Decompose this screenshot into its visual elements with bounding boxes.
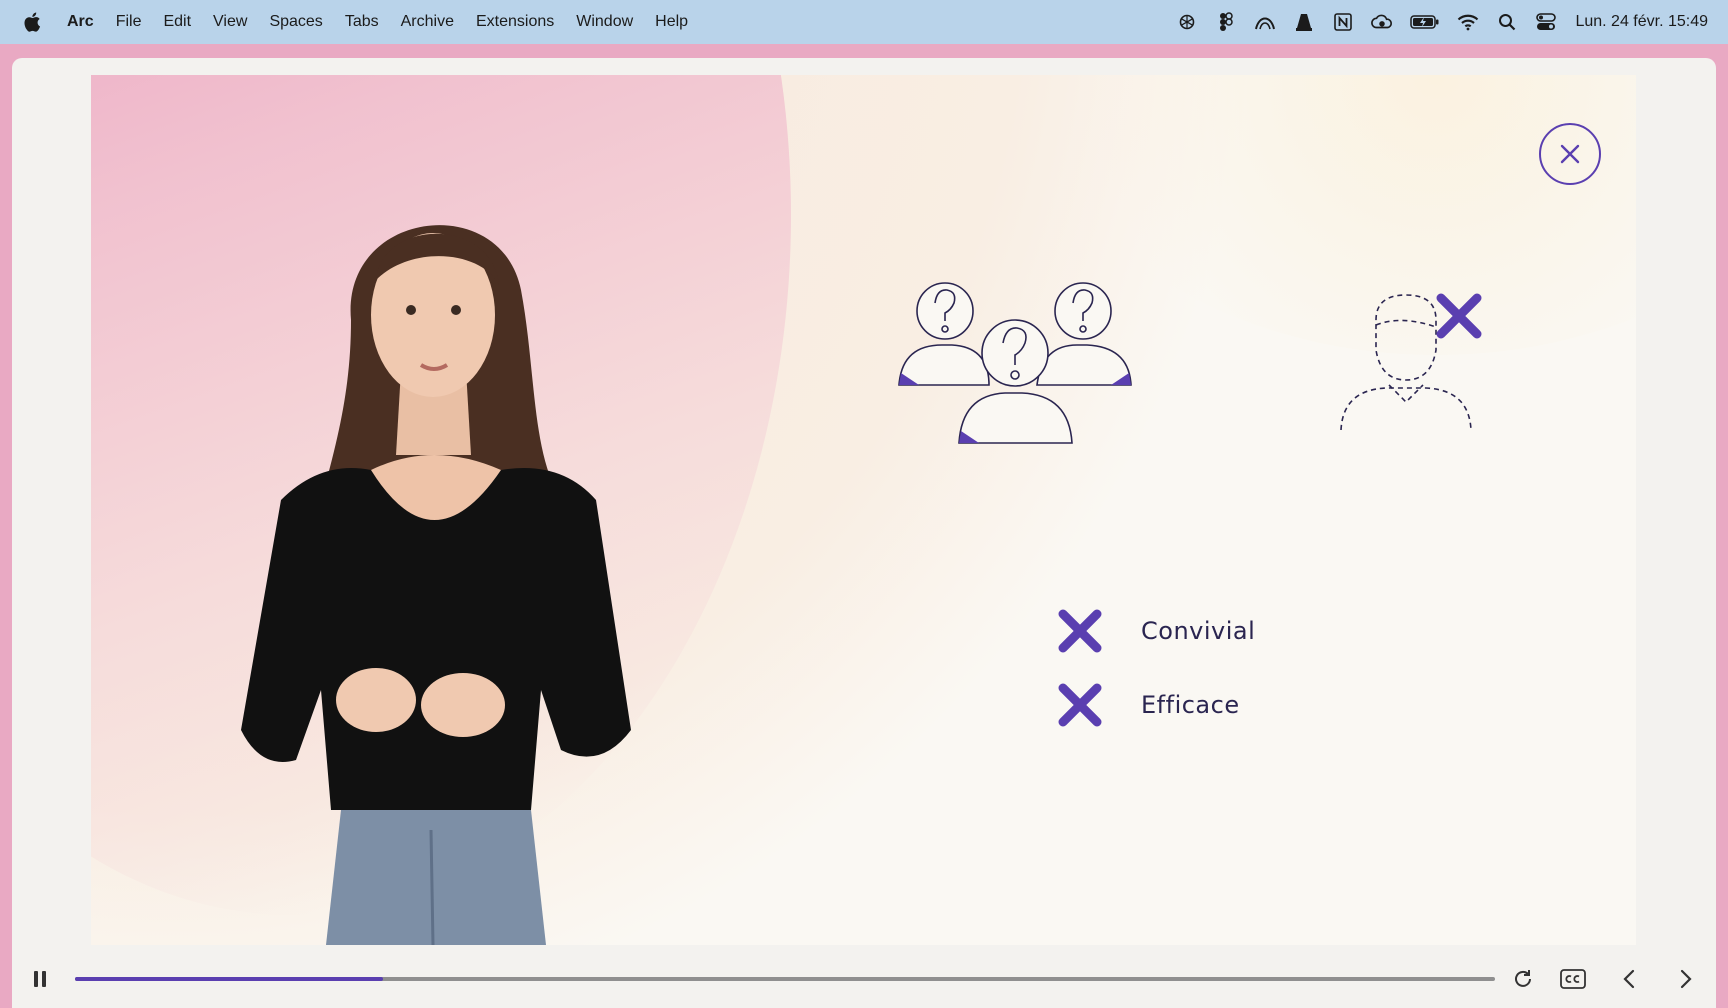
pause-icon: [34, 971, 46, 987]
menu-view[interactable]: View: [213, 13, 247, 31]
apple-logo-icon[interactable]: [22, 11, 42, 33]
checklist-label-convivial: Convivial: [1141, 617, 1256, 645]
progress-bar[interactable]: [75, 977, 1495, 981]
player-controls: [12, 955, 1716, 1005]
menu-tabs[interactable]: Tabs: [345, 13, 379, 31]
menubar-clock[interactable]: Lun. 24 févr. 15:49: [1575, 13, 1708, 31]
pause-button[interactable]: [28, 965, 52, 993]
progress-fill: [75, 977, 384, 981]
figma-icon[interactable]: [1215, 12, 1237, 32]
wifi-icon[interactable]: [1457, 12, 1479, 32]
next-button[interactable]: [1672, 965, 1700, 993]
closed-captions-icon: [1560, 969, 1586, 989]
close-button[interactable]: [1539, 123, 1601, 185]
captions-button[interactable]: [1558, 965, 1588, 993]
menu-extensions[interactable]: Extensions: [476, 13, 554, 31]
list-item: Efficace: [1057, 674, 1255, 736]
menu-app-name[interactable]: Arc: [67, 13, 94, 31]
menu-archive[interactable]: Archive: [401, 13, 454, 31]
chatgpt-icon[interactable]: [1176, 12, 1198, 32]
list-item: Convivial: [1057, 600, 1255, 662]
chevron-right-icon: [1680, 969, 1692, 989]
menu-help[interactable]: Help: [655, 13, 688, 31]
menu-spaces[interactable]: Spaces: [269, 13, 322, 31]
close-icon: [1560, 144, 1580, 164]
arc-icon[interactable]: [1254, 12, 1276, 32]
replay-button[interactable]: [1509, 965, 1537, 993]
slide-checklist: Convivial Efficace: [1057, 600, 1255, 748]
menu-file[interactable]: File: [116, 13, 142, 31]
x-mark-icon: [1058, 609, 1102, 653]
person-cross-icon: [1340, 293, 1482, 431]
replay-icon: [1515, 970, 1531, 987]
control-center-icon[interactable]: [1535, 12, 1557, 32]
vlc-icon[interactable]: [1293, 12, 1315, 32]
people-question-icon: [898, 282, 1132, 444]
cloud-sync-icon[interactable]: [1371, 12, 1393, 32]
chevron-left-icon: [1623, 969, 1635, 989]
browser-window: Convivial Efficace: [12, 58, 1716, 1008]
presenter-image: [241, 225, 631, 945]
battery-charging-icon[interactable]: [1410, 12, 1440, 32]
search-icon[interactable]: [1496, 12, 1518, 32]
x-mark-icon: [1058, 683, 1102, 727]
menu-window[interactable]: Window: [576, 13, 633, 31]
video-frame[interactable]: Convivial Efficace: [91, 75, 1636, 945]
menu-bar: Arc File Edit View Spaces Tabs Archive E…: [0, 0, 1728, 44]
checklist-label-efficace: Efficace: [1141, 691, 1240, 719]
menu-edit[interactable]: Edit: [163, 13, 191, 31]
notion-icon[interactable]: [1332, 12, 1354, 32]
previous-button[interactable]: [1615, 965, 1643, 993]
